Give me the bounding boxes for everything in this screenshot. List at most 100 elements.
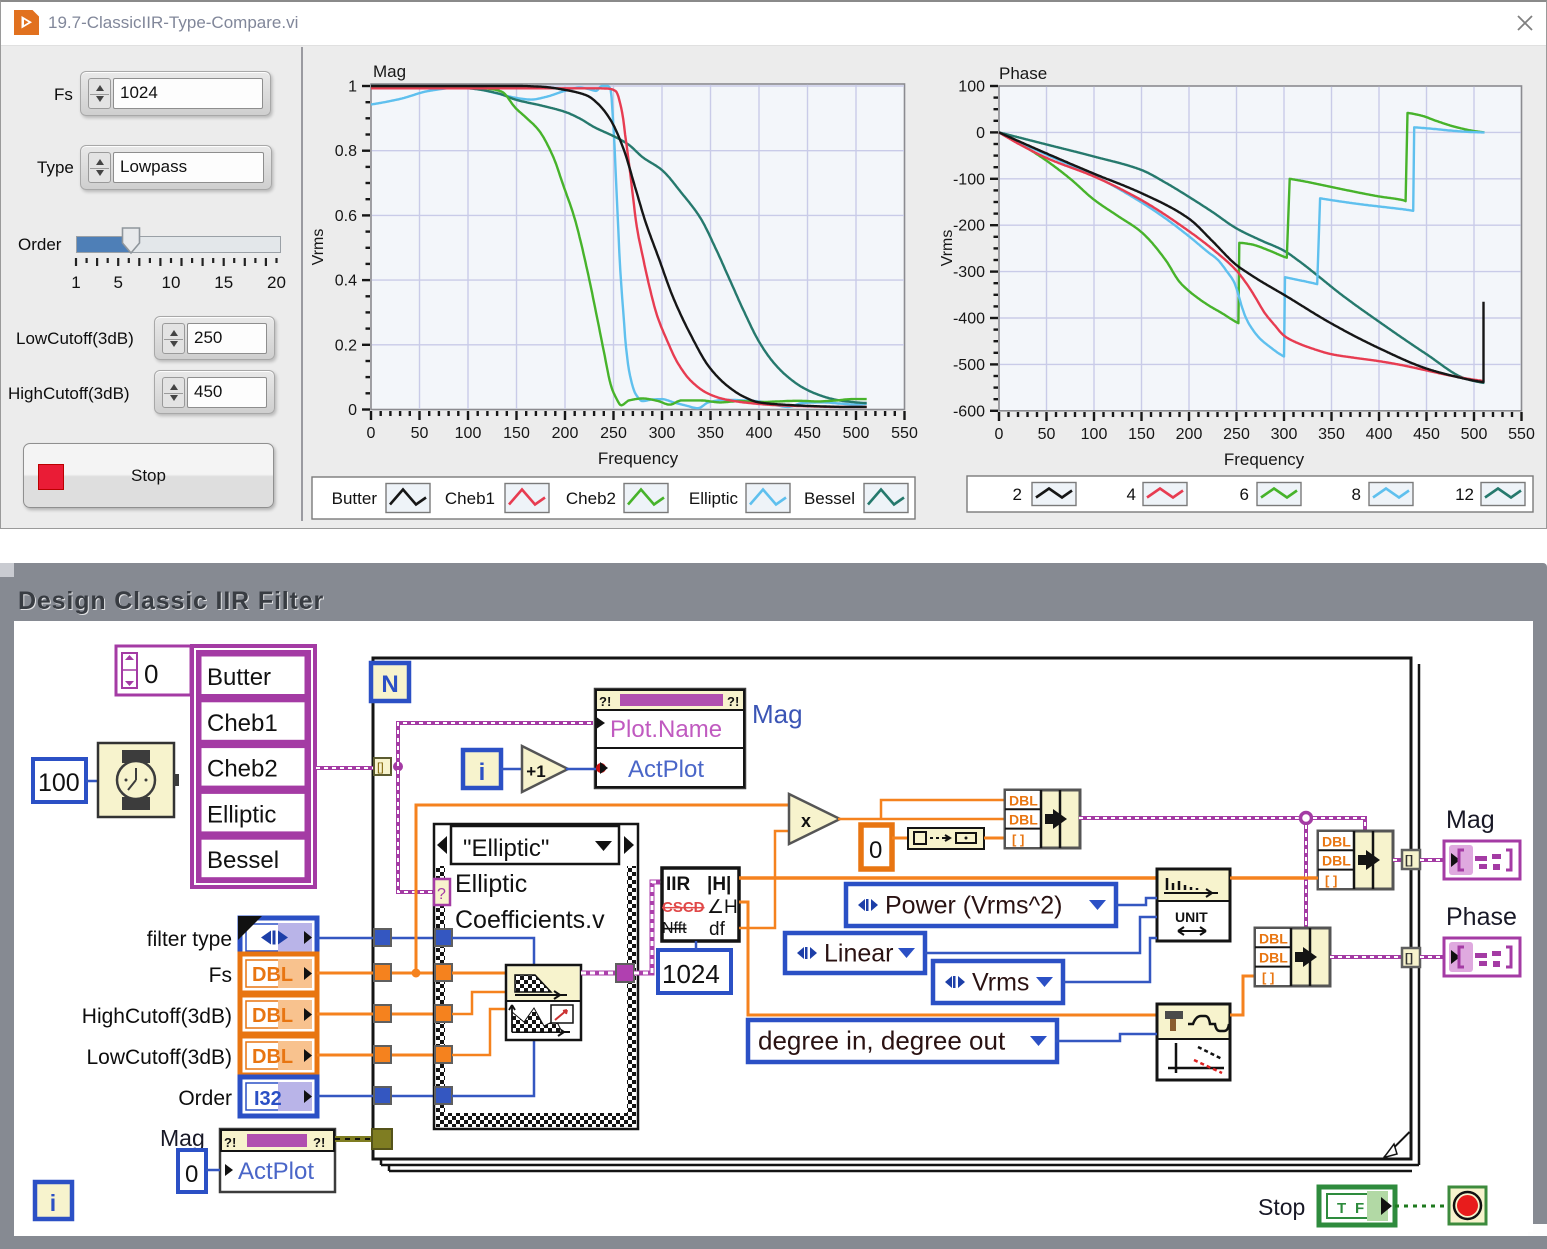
svg-text:DBL: DBL [1322, 853, 1351, 869]
svg-text:LowCutoff(3dB): LowCutoff(3dB) [86, 1046, 232, 1069]
svg-text:∠H: ∠H [707, 897, 738, 918]
svg-text:100: 100 [958, 79, 985, 96]
svg-text:HighCutoff(3dB): HighCutoff(3dB) [82, 1005, 232, 1028]
svg-text:0: 0 [348, 402, 357, 419]
svg-text:?!: ?! [224, 1135, 236, 1150]
svg-text:-100: -100 [953, 171, 985, 188]
svg-text:DBL: DBL [252, 1005, 293, 1027]
svg-text:Elliptic: Elliptic [689, 489, 739, 508]
svg-text:Mag: Mag [160, 1125, 205, 1151]
svg-text:UNIT: UNIT [1175, 909, 1208, 925]
svg-text:+1: +1 [526, 762, 545, 781]
svg-text:0: 0 [869, 837, 882, 864]
svg-text:Bessel: Bessel [804, 489, 855, 508]
svg-text:Elliptic: Elliptic [207, 801, 276, 828]
svg-text:400: 400 [1366, 426, 1393, 443]
svg-text:Cheb2: Cheb2 [207, 756, 278, 783]
svg-text:Mag: Mag [752, 699, 803, 729]
svg-text:500: 500 [843, 425, 870, 442]
svg-text:0: 0 [995, 426, 1004, 443]
svg-text:Vrms: Vrms [972, 969, 1029, 997]
svg-text:df: df [709, 919, 726, 940]
svg-text:N: N [381, 671, 398, 698]
svg-text:i: i [479, 759, 486, 786]
svg-text:|H|: |H| [707, 874, 731, 895]
svg-text:0: 0 [976, 125, 985, 142]
svg-text:Butter: Butter [207, 664, 271, 691]
svg-text:Nfft: Nfft [662, 920, 687, 937]
svg-text:degree in, degree out: degree in, degree out [758, 1026, 1006, 1056]
svg-text:filter type: filter type [147, 928, 232, 951]
svg-text:300: 300 [649, 425, 676, 442]
svg-text:0: 0 [144, 659, 158, 689]
svg-text:100: 100 [38, 769, 80, 797]
svg-text:8: 8 [1352, 485, 1361, 504]
svg-text:I32: I32 [254, 1088, 282, 1110]
svg-text:Mag: Mag [1446, 806, 1495, 834]
svg-text:Coefficients.v: Coefficients.v [455, 906, 605, 934]
svg-text:550: 550 [1508, 426, 1535, 443]
svg-text:50: 50 [411, 425, 429, 442]
svg-text:-400: -400 [953, 311, 985, 328]
svg-text:Order: Order [178, 1087, 232, 1110]
svg-text:400: 400 [746, 425, 773, 442]
svg-text:2: 2 [1013, 485, 1022, 504]
svg-text:[]: [] [1405, 951, 1413, 965]
svg-text:200: 200 [552, 425, 579, 442]
svg-text:Cheb2: Cheb2 [566, 489, 616, 508]
svg-text:550: 550 [891, 425, 918, 442]
svg-text:Plot.Name: Plot.Name [610, 716, 722, 743]
svg-text:0.4: 0.4 [335, 273, 357, 290]
svg-text:200: 200 [1176, 426, 1203, 443]
svg-text:IIR: IIR [666, 874, 691, 895]
svg-text:DBL: DBL [1259, 950, 1288, 966]
svg-text:-300: -300 [953, 264, 985, 281]
svg-text:ActPlot: ActPlot [628, 756, 704, 783]
svg-text:450: 450 [794, 425, 821, 442]
svg-text:[]: [] [377, 760, 384, 774]
svg-text:350: 350 [697, 425, 724, 442]
svg-text:100: 100 [1081, 426, 1108, 443]
svg-text:-200: -200 [953, 218, 985, 235]
svg-text:Phase: Phase [1446, 903, 1517, 931]
svg-text:DBL: DBL [1009, 793, 1038, 809]
svg-text:?!: ?! [313, 1135, 325, 1150]
svg-text:-600: -600 [953, 403, 985, 420]
svg-text:Cheb1: Cheb1 [207, 710, 278, 737]
svg-text:DBL: DBL [1009, 812, 1038, 828]
svg-text:0.2: 0.2 [335, 337, 357, 354]
svg-text:DBL: DBL [252, 964, 293, 986]
svg-text:250: 250 [600, 425, 627, 442]
svg-text:-500: -500 [953, 357, 985, 374]
svg-text:50: 50 [1038, 426, 1056, 443]
svg-text:0.8: 0.8 [335, 143, 357, 160]
svg-text:350: 350 [1318, 426, 1345, 443]
svg-text:100: 100 [455, 425, 482, 442]
svg-text:?!: ?! [727, 694, 739, 709]
svg-text:Mag: Mag [373, 62, 406, 81]
svg-text:Frequency: Frequency [598, 449, 679, 468]
svg-text:i: i [50, 1190, 56, 1216]
svg-text:[ ]: [ ] [1262, 970, 1274, 985]
svg-text:1: 1 [348, 79, 357, 96]
svg-text:[]: [] [1405, 853, 1413, 867]
svg-text:Frequency: Frequency [1224, 450, 1305, 469]
svg-text:"Elliptic": "Elliptic" [463, 835, 549, 862]
svg-text:?!: ?! [599, 694, 611, 709]
svg-text:4: 4 [1127, 485, 1136, 504]
svg-text:Vrms: Vrms [939, 230, 956, 267]
svg-text:x: x [801, 811, 811, 831]
svg-text:CSCD: CSCD [662, 899, 705, 916]
svg-text:500: 500 [1461, 426, 1488, 443]
svg-text:6: 6 [1240, 485, 1249, 504]
svg-text:F: F [1355, 1200, 1364, 1217]
svg-text:Vrms: Vrms [310, 229, 327, 266]
svg-text:Butter: Butter [332, 489, 378, 508]
svg-text:250: 250 [1223, 426, 1250, 443]
svg-text:Cheb1: Cheb1 [445, 489, 495, 508]
svg-text:Fs: Fs [209, 964, 232, 987]
svg-text:12: 12 [1455, 485, 1474, 504]
svg-text:Bessel: Bessel [207, 847, 279, 874]
svg-text:[ ]: [ ] [1325, 873, 1337, 888]
svg-text:150: 150 [503, 425, 530, 442]
